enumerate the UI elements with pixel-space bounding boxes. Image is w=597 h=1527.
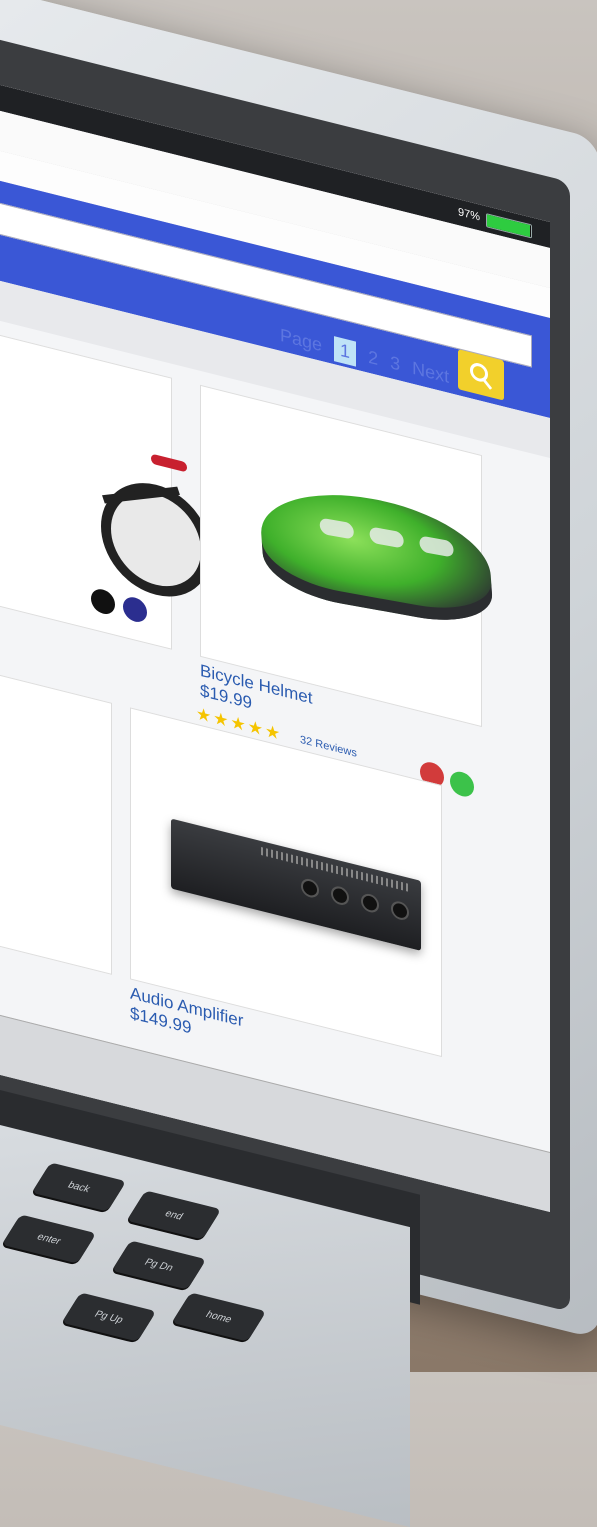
key-home[interactable]: home	[171, 1292, 267, 1342]
page-1-link[interactable]: 1	[334, 336, 357, 367]
amplifier-knob	[391, 899, 409, 922]
bicycle-seat	[151, 453, 187, 473]
web-page: 97% Page 1 2 3 Next Bicycle Helmet $19.9…	[0, 50, 550, 1213]
amplifier-knob	[301, 876, 319, 900]
amplifier-knob	[331, 884, 349, 907]
product-card-bicycle[interactable]	[0, 307, 211, 650]
search-icon	[470, 361, 492, 388]
helmet-vent	[369, 526, 405, 549]
color-swatch-black[interactable]	[91, 586, 115, 617]
helmet-image	[257, 478, 495, 632]
key-back[interactable]: back	[31, 1162, 127, 1212]
page-3-link[interactable]: 3	[390, 352, 400, 375]
key-page-up[interactable]: Pg Up	[61, 1292, 157, 1342]
key-enter[interactable]: enter	[1, 1214, 97, 1264]
battery-percent: 97%	[457, 206, 480, 224]
amplifier-knob	[361, 891, 379, 915]
color-swatch-navy[interactable]	[123, 594, 147, 625]
color-swatch-green[interactable]	[450, 769, 474, 800]
page-2-link[interactable]: 2	[368, 347, 378, 370]
key-end[interactable]: end	[126, 1190, 222, 1240]
helmet-vent	[319, 517, 355, 540]
product-card-cropped[interactable]	[0, 647, 112, 975]
helmet-vent	[419, 535, 455, 558]
key-page-down[interactable]: Pg Dn	[111, 1240, 207, 1290]
bicycle-image	[41, 416, 211, 609]
amplifier-image	[171, 818, 421, 951]
keyboard: back end enter Pg Dn Pg Up home	[0, 1150, 300, 1390]
laptop-screen: 97% Page 1 2 3 Next Bicycle Helmet $19.9…	[0, 50, 550, 1213]
